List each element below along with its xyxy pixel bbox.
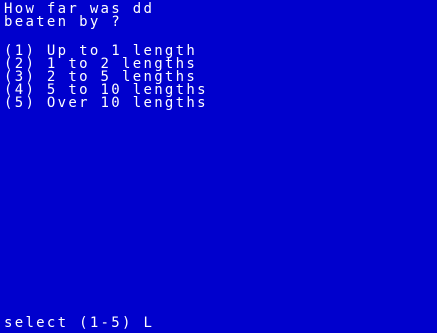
option-5[interactable]: (5) Over 10 lengths [4, 96, 208, 110]
input-prompt[interactable]: select (1-5) L [4, 315, 155, 331]
terminal-screen: How far was dd beaten by ? (1) Up to 1 l… [0, 0, 437, 333]
input-cursor: L [143, 315, 155, 331]
question-line-2: beaten by ? [4, 14, 123, 30]
prompt-label: select (1-5) [4, 315, 133, 331]
